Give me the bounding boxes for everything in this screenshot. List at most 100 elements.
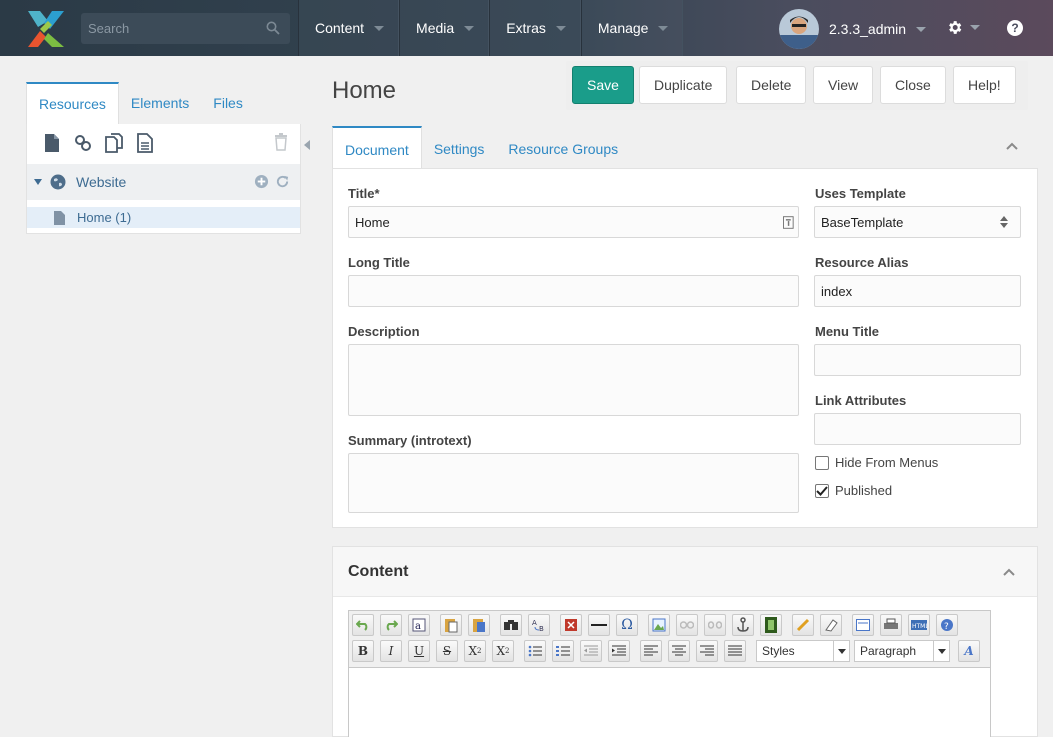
trash-icon[interactable] bbox=[274, 133, 288, 151]
tree-node-website[interactable]: Website bbox=[27, 164, 300, 200]
numbered-list-icon[interactable] bbox=[552, 640, 574, 662]
view-button[interactable]: View bbox=[813, 66, 874, 104]
collapse-content-chevron-up-icon[interactable] bbox=[1003, 568, 1015, 576]
tab-resources[interactable]: Resources bbox=[26, 82, 119, 124]
undo-icon[interactable] bbox=[352, 614, 374, 636]
summary-field[interactable] bbox=[348, 453, 799, 513]
nav-manage[interactable]: Manage bbox=[580, 0, 684, 56]
strikethrough-icon[interactable]: S bbox=[436, 640, 458, 662]
clean-up-icon[interactable] bbox=[792, 614, 814, 636]
tab-document[interactable]: Document bbox=[332, 126, 422, 168]
nav-manage-label: Manage bbox=[597, 20, 649, 36]
alias-input[interactable] bbox=[821, 283, 1020, 299]
paste-word-icon[interactable] bbox=[468, 614, 490, 636]
template-icon[interactable] bbox=[852, 614, 874, 636]
hide-from-menus-checkbox[interactable]: Hide From Menus bbox=[815, 455, 938, 470]
format-select[interactable]: Paragraph bbox=[854, 640, 950, 662]
link-attributes-field[interactable] bbox=[814, 413, 1021, 445]
search-box[interactable] bbox=[81, 13, 290, 44]
media-icon[interactable] bbox=[560, 614, 582, 636]
title-field[interactable] bbox=[348, 206, 799, 238]
avatar-image bbox=[779, 9, 819, 49]
tab-files[interactable]: Files bbox=[201, 82, 255, 124]
print-icon[interactable] bbox=[880, 614, 902, 636]
user-menu[interactable]: 2.3.3_admin bbox=[779, 9, 927, 49]
alias-field[interactable] bbox=[814, 275, 1021, 307]
new-weblink-icon[interactable] bbox=[72, 132, 94, 154]
content-panel: Content a AB Ω HTM ? B I U S X 2 X 2 Sty… bbox=[332, 546, 1038, 737]
new-symlink-icon[interactable] bbox=[103, 132, 125, 154]
duplicate-button[interactable]: Duplicate bbox=[639, 66, 728, 104]
subscript-icon[interactable]: X2 bbox=[464, 640, 486, 662]
outdent-icon[interactable] bbox=[580, 640, 602, 662]
character-count-icon[interactable] bbox=[783, 215, 794, 229]
page-title: Home bbox=[332, 77, 397, 104]
content-header[interactable]: Content bbox=[333, 547, 1037, 597]
title-input[interactable] bbox=[355, 214, 784, 230]
image-icon[interactable] bbox=[648, 614, 670, 636]
tab-settings[interactable]: Settings bbox=[422, 126, 497, 168]
new-document-icon[interactable] bbox=[41, 132, 63, 154]
help-icon[interactable]: ? bbox=[1007, 20, 1023, 36]
align-justify-icon[interactable] bbox=[724, 640, 746, 662]
add-icon[interactable] bbox=[254, 174, 269, 189]
document-tabs: Document Settings Resource Groups bbox=[332, 126, 630, 168]
template-select[interactable]: BaseTemplate bbox=[814, 206, 1021, 238]
editor-toolbar-row-1: a AB Ω HTML ? bbox=[352, 614, 964, 638]
tab-resource-groups[interactable]: Resource Groups bbox=[496, 126, 630, 168]
align-center-icon[interactable] bbox=[668, 640, 690, 662]
horizontal-rule-icon[interactable] bbox=[588, 614, 610, 636]
checkbox-box[interactable] bbox=[815, 483, 829, 498]
close-button[interactable]: Close bbox=[880, 66, 946, 104]
paste-icon[interactable] bbox=[440, 614, 462, 636]
styles-select[interactable]: Styles bbox=[756, 640, 850, 662]
nav-content[interactable]: Content bbox=[298, 0, 400, 56]
new-static-resource-icon[interactable] bbox=[134, 132, 156, 154]
description-field[interactable] bbox=[348, 344, 799, 416]
link-icon[interactable] bbox=[676, 614, 698, 636]
modx-logo[interactable] bbox=[26, 9, 66, 49]
help-button[interactable]: Help! bbox=[953, 66, 1016, 104]
remove-format-icon[interactable]: A bbox=[958, 640, 980, 662]
replace-icon[interactable]: AB bbox=[528, 614, 550, 636]
checkbox-box[interactable] bbox=[815, 455, 829, 470]
nav-media[interactable]: Media bbox=[399, 0, 490, 56]
spellcheck-icon[interactable]: a bbox=[408, 614, 430, 636]
tree-node-home[interactable]: Home (1) bbox=[27, 207, 300, 228]
editor-content-area[interactable] bbox=[349, 667, 990, 737]
eraser-icon[interactable] bbox=[820, 614, 842, 636]
tab-elements[interactable]: Elements bbox=[119, 82, 201, 124]
menu-title-field[interactable] bbox=[814, 344, 1021, 376]
checkmark-icon bbox=[816, 485, 828, 496]
bold-icon[interactable]: B bbox=[352, 640, 374, 662]
html-source-icon[interactable]: HTML bbox=[908, 614, 930, 636]
indent-icon[interactable] bbox=[608, 640, 630, 662]
delete-button[interactable]: Delete bbox=[736, 66, 807, 104]
hide-from-menus-label: Hide From Menus bbox=[835, 455, 939, 470]
italic-icon[interactable]: I bbox=[380, 640, 402, 662]
save-button[interactable]: Save bbox=[572, 66, 634, 104]
nav-extras[interactable]: Extras bbox=[489, 0, 581, 56]
content-title: Content bbox=[348, 563, 409, 580]
anchor-icon[interactable] bbox=[732, 614, 754, 636]
search-icon[interactable] bbox=[266, 21, 280, 35]
long-title-field[interactable] bbox=[348, 275, 799, 307]
superscript-icon[interactable]: X2 bbox=[492, 640, 514, 662]
expand-arrow-icon[interactable] bbox=[34, 179, 42, 185]
align-right-icon[interactable] bbox=[696, 640, 718, 662]
video-icon[interactable] bbox=[760, 614, 782, 636]
collapse-sidebar-handle[interactable] bbox=[301, 124, 313, 166]
bullet-list-icon[interactable] bbox=[524, 640, 546, 662]
find-icon[interactable] bbox=[500, 614, 522, 636]
unlink-icon[interactable] bbox=[704, 614, 726, 636]
align-left-icon[interactable] bbox=[640, 640, 662, 662]
published-checkbox[interactable]: Published bbox=[815, 483, 892, 498]
collapse-tabs-chevron-up-icon[interactable] bbox=[1006, 142, 1018, 150]
special-character-icon[interactable]: Ω bbox=[616, 614, 638, 636]
help-icon[interactable]: ? bbox=[936, 614, 958, 636]
refresh-icon[interactable] bbox=[275, 174, 290, 189]
underline-icon[interactable]: U bbox=[408, 640, 430, 662]
settings-menu[interactable] bbox=[946, 19, 980, 36]
search-input[interactable] bbox=[81, 13, 290, 44]
redo-icon[interactable] bbox=[380, 614, 402, 636]
